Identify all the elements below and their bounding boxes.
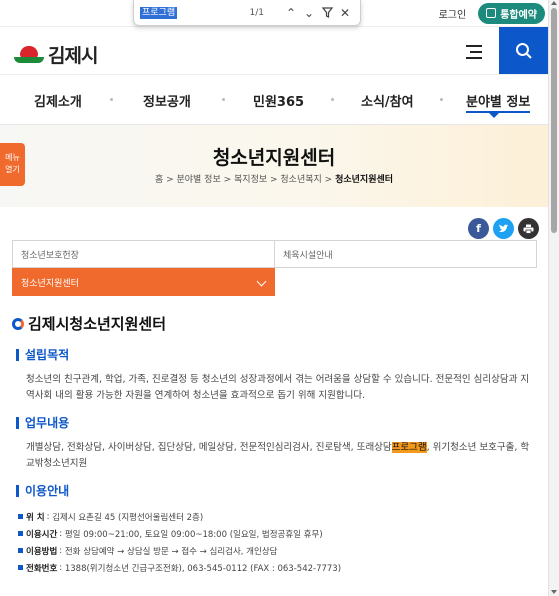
content-title-text: 김제시청소년지원센터 [28,315,167,333]
nav-item-civil[interactable]: 민원365 [253,91,304,110]
bullet-icon [18,565,23,570]
section-heading-usage: 이용안내 [16,482,537,499]
heading-bar [16,416,19,429]
heading-bar [16,484,19,497]
menu-open-tab[interactable]: 메뉴 열기 [0,143,25,186]
section-heading-purpose-text: 설립목적 [25,348,70,362]
section-heading-services-text: 업무내용 [25,416,70,430]
tab-youth-center[interactable]: 청소년지원센터 [12,268,275,296]
login-link[interactable]: 로그인 [439,6,467,21]
page-title: 청소년지원센터 [212,147,336,169]
services-text: 개별상담, 전화상담, 사이버상담, 집단상담, 메일상담, 전문적인심리검사,… [12,440,537,472]
search-highlight: 프로그램 [391,442,427,453]
nav-item-intro[interactable]: 김제소개 [34,91,82,110]
info-label: 전화번호 [26,563,58,574]
scroll-down-arrow-icon[interactable] [551,590,557,594]
nav-item-fields[interactable]: 분야별 정보 [466,91,531,113]
info-row-hours: 이용시간: 평일 09:00~21:00, 토요일 09:00~18:00 (일… [18,525,537,542]
chevron-down-icon [256,276,267,287]
find-prev-icon[interactable]: ⌃ [282,4,300,22]
find-options-icon[interactable] [318,4,336,22]
bullet-icon [18,514,23,519]
tab-youth-center-label: 청소년지원센터 [21,278,79,289]
info-value: 전화 상담예약 → 상담실 방문 → 접수 → 심리검사, 개인상담 [64,546,278,557]
tab-youth-charter[interactable]: 청소년보호헌장 [12,240,275,268]
find-close-icon[interactable]: ✕ [336,4,354,22]
nav-item-news[interactable]: 소식/참여 [361,91,414,110]
nav-separator [222,98,225,101]
scrollbar-thumb[interactable] [551,8,557,233]
info-label: 이용시간 [26,529,58,540]
sub-tabs: 청소년보호헌장 체육시설안내 청소년지원센터 [12,240,537,296]
nav-item-info[interactable]: 정보공개 [143,91,191,110]
section-heading-purpose: 설립목적 [16,346,537,363]
breadcrumb-home[interactable]: 홈 [155,175,163,185]
find-next-icon[interactable]: ⌄ [300,4,318,22]
info-row-method: 이용방법: 전화 상담예약 → 상담실 방문 → 접수 → 심리검사, 개인상담 [18,542,537,559]
title-ring-icon [12,317,24,330]
content-title: 김제시청소년지원센터 [12,313,537,334]
usage-info-list: 위 치: 김제시 요촌길 45 (지평선어울림센터 2층) 이용시간: 평일 0… [12,508,537,576]
twitter-icon[interactable] [493,218,514,239]
breadcrumb-fields[interactable]: 분야별 정보 [176,175,220,185]
page-hero: 청소년지원센터 홈 > 분야별 정보 > 복지정보 > 청소년복지 > 청소년지… [0,125,559,207]
logo-mark [14,45,44,64]
search-icon [515,43,532,59]
breadcrumb-current: 청소년지원센터 [335,175,394,185]
purpose-text: 청소년의 친구관계, 학업, 가족, 진로결정 등 청소년의 성장과정에서 겪는… [26,374,530,401]
bullet-icon [18,531,23,536]
breadcrumb-welfare[interactable]: 복지정보 [234,175,267,185]
section-heading-services: 업무내용 [16,414,537,431]
info-row-location: 위 치: 김제시 요촌길 45 (지평선어울림센터 2층) [18,508,537,525]
share-bar: f [464,218,539,239]
nav-active-caret-icon [489,113,499,118]
breadcrumb: 홈 > 분야별 정보 > 복지정보 > 청소년복지 > 청소년지원센터 [154,175,394,185]
heading-bar [16,348,19,361]
info-label: 위 치 [26,512,45,523]
info-value: 김제시 요촌길 45 (지평선어울림센터 2층) [52,512,204,523]
info-value: 1388(위기청소년 긴급구조전화), 063-545-0112 (FAX : … [64,563,342,574]
site-logo[interactable]: 김제시 [14,41,98,68]
info-label: 이용방법 [26,546,58,557]
vertical-scrollbar[interactable] [548,0,559,596]
find-bar[interactable]: 프로그램 1/1 ⌃ ⌄ ✕ [133,0,361,26]
print-icon[interactable] [518,218,539,239]
reservation-label: 통합예약 [500,9,537,21]
find-count: 1/1 [249,7,264,18]
info-value: 평일 09:00~21:00, 토요일 09:00~18:00 (일요일, 법정… [64,529,323,540]
logo-text: 김제시 [48,45,98,67]
main-nav: 김제소개 정보공개 민원365 소식/참여 분야별 정보 [0,74,559,125]
nav-separator [331,98,334,101]
hamburger-menu-icon[interactable] [466,45,482,63]
bullet-icon [18,548,23,553]
scroll-up-arrow-icon[interactable] [551,1,557,5]
facebook-icon[interactable]: f [468,218,489,239]
main-content: 김제시청소년지원센터 설립목적 청소년의 친구관계, 학업, 가족, 진로결정 … [12,313,537,576]
menu-tab-line2: 열기 [5,165,20,174]
nav-separator [110,98,113,101]
site-header: 김제시 [0,26,559,75]
find-query[interactable]: 프로그램 [140,6,178,19]
tab-sports-facilities[interactable]: 체육시설안내 [275,240,537,268]
search-button[interactable] [499,27,548,75]
services-text-before: 개별상담, 전화상담, 사이버상담, 집단상담, 메일상담, 전문적인심리검사,… [26,442,392,453]
section-heading-usage-text: 이용안내 [25,484,70,498]
calendar-icon [486,8,497,18]
info-row-phone: 전화번호: 1388(위기청소년 긴급구조전화), 063-545-0112 (… [18,559,537,576]
menu-tab-line1: 메뉴 [5,153,20,162]
reservation-button[interactable]: 통합예약 [478,2,545,24]
breadcrumb-youth-welfare[interactable]: 청소년복지 [280,175,321,185]
nav-separator [440,98,443,101]
